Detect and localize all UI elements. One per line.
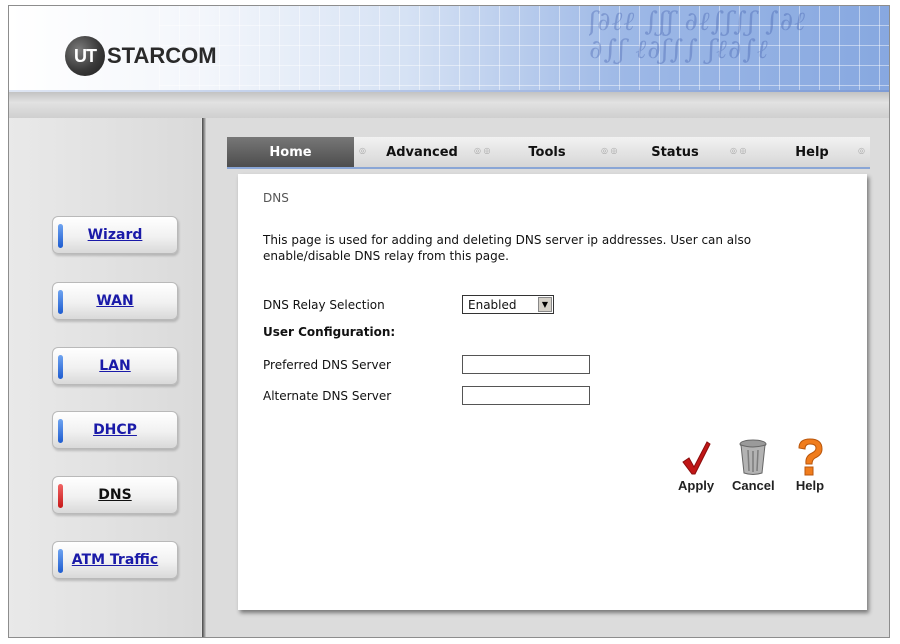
logo-text: STARCOM [107, 43, 217, 68]
red-indicator-icon [58, 484, 63, 508]
tab-status[interactable]: Status [625, 137, 725, 167]
banner-watermark: ʃ∂ℓℓ ∫ʃʃ ∂ℓ∫ʃ∫ʃ ∫∂ℓ ∂∫ʃ ℓ∂ʃ∫∫ ʃℓ∂∫ℓ [589, 8, 806, 65]
blue-indicator-icon [58, 224, 63, 248]
sidebar-item-dhcp[interactable]: DHCP [52, 411, 178, 449]
cancel-button[interactable]: Cancel [732, 438, 775, 493]
sidebar-item-wizard[interactable]: Wizard [52, 216, 178, 254]
preferred-dns-input[interactable] [462, 355, 590, 374]
sidebar-item-label[interactable]: ATM Traffic [72, 552, 158, 568]
sidebar-item-atm-traffic[interactable]: ATM Traffic [52, 541, 178, 579]
utstarcom-logo: UT STARCOM [65, 36, 217, 76]
tab-label[interactable]: Tools [528, 145, 565, 160]
dropdown-arrow-icon[interactable]: ▼ [538, 297, 552, 312]
sidebar-item-lan[interactable]: LAN [52, 347, 178, 385]
trash-can-icon [736, 438, 770, 476]
dns-relay-label: DNS Relay Selection [263, 298, 385, 312]
content-card: DNS This page is used for adding and del… [238, 174, 867, 610]
preferred-dns-label: Preferred DNS Server [263, 358, 391, 372]
blue-indicator-icon [58, 355, 63, 379]
alternate-dns-label: Alternate DNS Server [263, 389, 392, 403]
tab-separator-icon: ◎ ◎ [601, 146, 618, 155]
sidebar-item-label[interactable]: LAN [99, 358, 130, 374]
sidebar-item-wan[interactable]: WAN [52, 282, 178, 320]
router-admin-frame: ʃ∂ℓℓ ∫ʃʃ ∂ℓ∫ʃ∫ʃ ∫∂ℓ ∂∫ʃ ℓ∂ʃ∫∫ ʃℓ∂∫ℓ UT ST… [8, 5, 890, 638]
blue-indicator-icon [58, 419, 63, 443]
sidebar-item-label[interactable]: WAN [96, 293, 133, 309]
sidebar-item-label[interactable]: Wizard [88, 227, 143, 243]
help-button[interactable]: Help [795, 438, 825, 493]
tab-label[interactable]: Advanced [386, 145, 458, 160]
banner-stripe [9, 92, 889, 118]
tab-advanced[interactable]: Advanced [367, 137, 477, 167]
top-tab-bar: Home ◎ Advanced ◎ ◎ Tools ◎ ◎ Status ◎ ◎… [227, 137, 870, 169]
tab-tools[interactable]: Tools [497, 137, 597, 167]
tab-separator-icon: ◎ [858, 146, 865, 155]
dns-relay-value: Enabled [468, 297, 517, 312]
header-banner: ʃ∂ℓℓ ∫ʃʃ ∂ℓ∫ʃ∫ʃ ∫∂ℓ ∂∫ʃ ℓ∂ʃ∫∫ ʃℓ∂∫ℓ UT ST… [9, 6, 889, 118]
apply-label[interactable]: Apply [678, 478, 714, 493]
tab-label[interactable]: Status [651, 145, 699, 160]
tab-home[interactable]: Home [227, 137, 354, 167]
dns-relay-select[interactable]: Enabled ▼ [462, 295, 554, 314]
question-mark-icon [795, 438, 825, 476]
alternate-dns-input[interactable] [462, 386, 590, 405]
tab-help[interactable]: Help [767, 137, 857, 167]
tab-separator-icon: ◎ ◎ [730, 146, 747, 155]
logo-mark: UT [65, 36, 105, 76]
page-description: This page is used for adding and deletin… [263, 233, 752, 263]
blue-indicator-icon [58, 549, 63, 573]
help-label[interactable]: Help [796, 478, 824, 493]
checkmark-icon [681, 438, 711, 476]
tab-separator-icon: ◎ [359, 146, 366, 155]
cancel-label[interactable]: Cancel [732, 478, 775, 493]
tab-label[interactable]: Help [795, 145, 828, 160]
sidebar-item-dns[interactable]: DNS [52, 476, 178, 514]
sidebar-item-label[interactable]: DHCP [93, 422, 137, 438]
tab-label[interactable]: Home [269, 145, 311, 160]
page-title: DNS [263, 191, 289, 205]
tab-separator-icon: ◎ ◎ [474, 146, 491, 155]
sidebar-item-label[interactable]: DNS [98, 487, 131, 503]
user-configuration-heading: User Configuration: [263, 325, 396, 339]
blue-indicator-icon [58, 290, 63, 314]
apply-button[interactable]: Apply [678, 438, 714, 493]
